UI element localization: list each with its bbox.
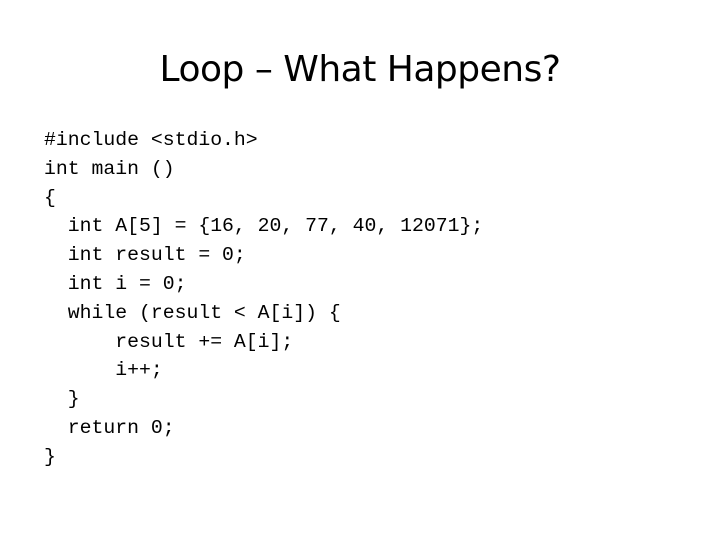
code-line: int main (): [44, 157, 175, 180]
code-line: int A[5] = {16, 20, 77, 40, 12071};: [44, 215, 484, 238]
code-line: }: [44, 445, 56, 468]
code-line: while (result < A[i]) {: [44, 301, 341, 324]
slide: Loop – What Happens? #include <stdio.h> i…: [0, 0, 720, 540]
code-block: #include <stdio.h> int main () { int A[5] …: [44, 126, 483, 472]
code-line: #include <stdio.h>: [44, 129, 258, 151]
code-line: }: [44, 388, 80, 411]
code-line: return 0;: [44, 416, 175, 439]
slide-title: Loop – What Happens?: [159, 49, 561, 90]
code-line: result += A[i];: [44, 330, 294, 353]
code-line: i++;: [44, 359, 163, 382]
code-line: int i = 0;: [44, 272, 187, 295]
code-line: int result = 0;: [44, 244, 246, 267]
code-line: {: [44, 186, 56, 209]
